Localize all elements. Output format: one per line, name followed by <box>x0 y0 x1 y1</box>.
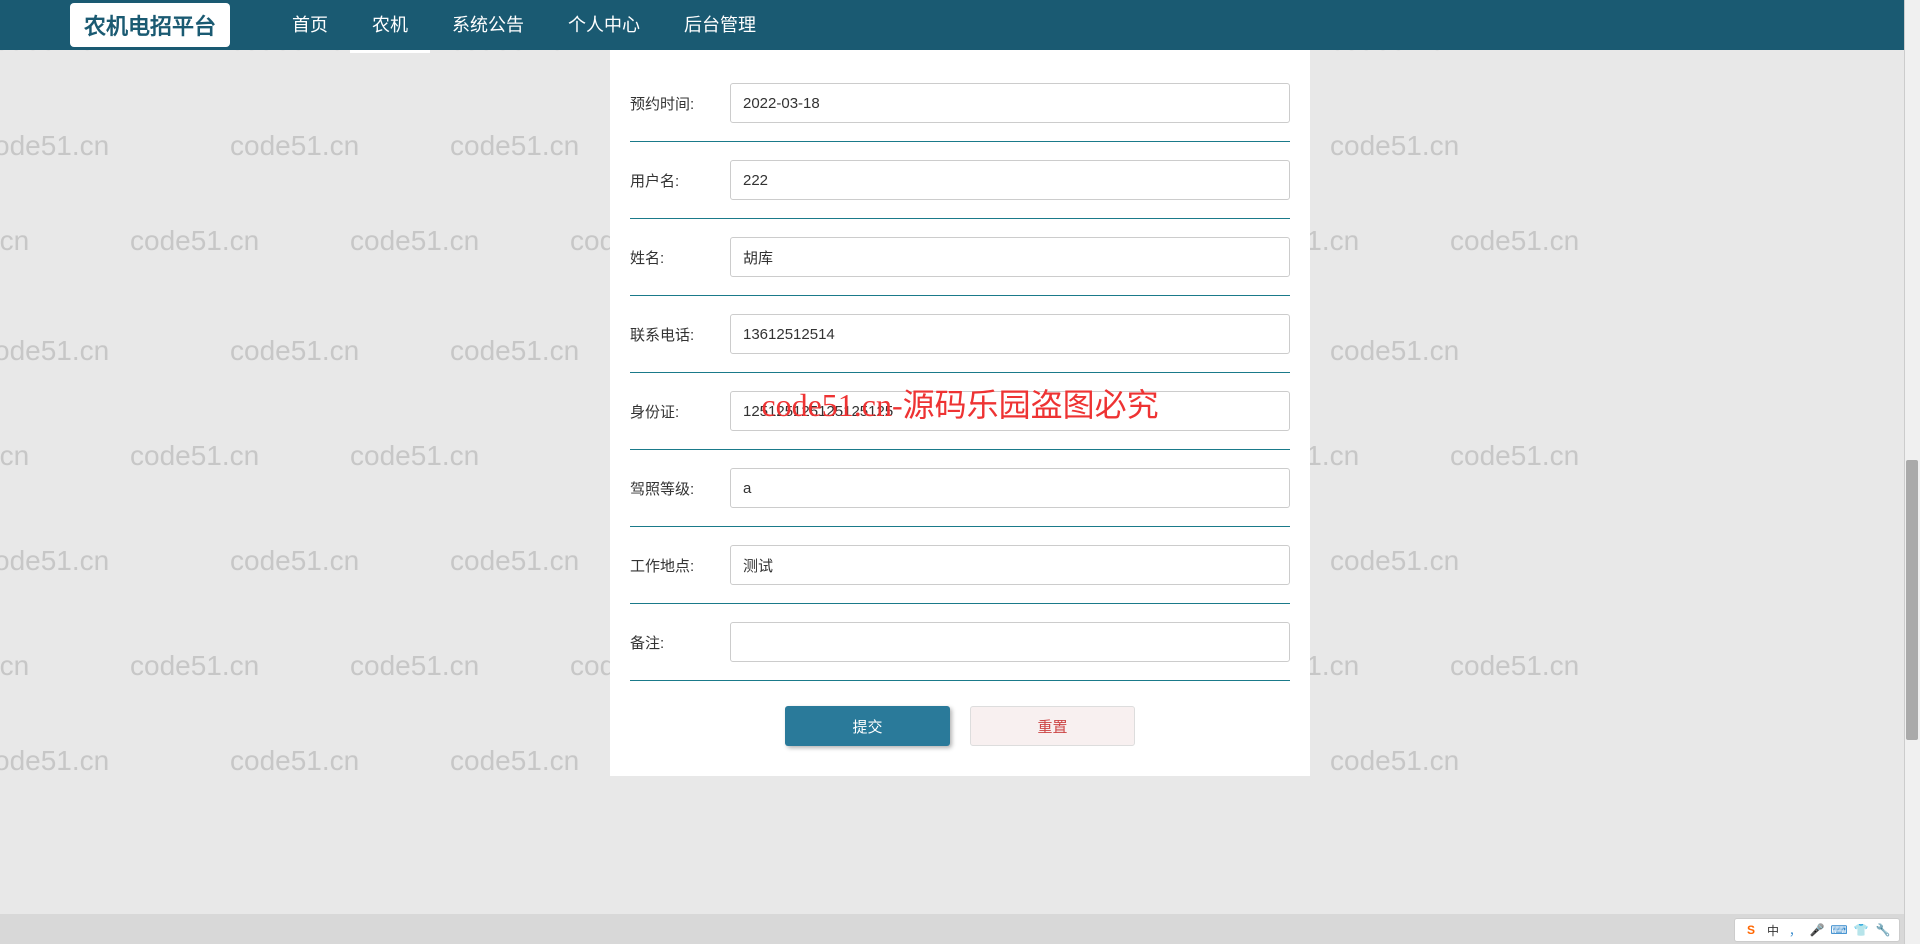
nav-item-machinery[interactable]: 农机 <box>350 0 430 53</box>
label-location: 工作地点: <box>630 555 730 576</box>
input-location[interactable] <box>730 545 1290 585</box>
watermark-text: code51.cn <box>0 650 29 682</box>
watermark-text: code51.cn <box>1330 130 1459 162</box>
button-row: 提交 重置 <box>630 681 1290 746</box>
watermark-text: code51.cn <box>0 335 109 367</box>
form-row-remark: 备注: <box>630 604 1290 681</box>
watermark-text: code51.cn <box>1330 545 1459 577</box>
watermark-text: code51.cn <box>0 745 109 777</box>
nav-item-announcement[interactable]: 系统公告 <box>430 0 546 53</box>
nav-items: 首页 农机 系统公告 个人中心 后台管理 <box>270 0 778 53</box>
input-username[interactable] <box>730 160 1290 200</box>
watermark-text: code51.cn <box>1450 440 1579 472</box>
label-name: 姓名: <box>630 247 730 268</box>
input-appointment-time[interactable] <box>730 83 1290 123</box>
input-remark[interactable] <box>730 622 1290 662</box>
ime-keyboard-icon[interactable]: ⌨ <box>1831 922 1847 938</box>
submit-button[interactable]: 提交 <box>785 706 950 746</box>
ime-lang-icon[interactable]: 中 <box>1765 922 1781 938</box>
watermark-text: code51.cn <box>450 545 579 577</box>
watermark-text: code51.cn <box>450 130 579 162</box>
ime-logo-icon: S <box>1743 922 1759 938</box>
label-username: 用户名: <box>630 170 730 191</box>
scrollbar-thumb[interactable] <box>1906 460 1918 740</box>
logo[interactable]: 农机电招平台 <box>70 3 230 47</box>
watermark-text: code51.cn <box>0 225 29 257</box>
scrollbar[interactable] <box>1904 0 1920 944</box>
watermark-text: code51.cn <box>0 440 29 472</box>
form-row-location: 工作地点: <box>630 527 1290 604</box>
reset-button[interactable]: 重置 <box>970 706 1135 746</box>
ime-skin-icon[interactable]: 👕 <box>1853 922 1869 938</box>
watermark-text: code51.cn <box>450 745 579 777</box>
watermark-text: code51.cn <box>350 225 479 257</box>
watermark-text: code51.cn <box>450 335 579 367</box>
watermark-text: code51.cn <box>1330 335 1459 367</box>
form-row-phone: 联系电话: <box>630 296 1290 373</box>
nav-item-admin[interactable]: 后台管理 <box>662 0 778 53</box>
watermark-text: code51.cn <box>0 545 109 577</box>
label-idcard: 身份证: <box>630 401 730 422</box>
input-name[interactable] <box>730 237 1290 277</box>
watermark-text: code51.cn <box>1450 650 1579 682</box>
input-license[interactable] <box>730 468 1290 508</box>
ime-tool-icon[interactable]: 🔧 <box>1875 922 1891 938</box>
watermark-text: code51.cn <box>230 545 359 577</box>
form-row-idcard: 身份证: <box>630 373 1290 450</box>
watermark-text: code51.cn <box>350 440 479 472</box>
ime-voice-icon[interactable]: 🎤 <box>1809 922 1825 938</box>
watermark-text: code51.cn <box>130 440 259 472</box>
watermark-text: code51.cn <box>130 225 259 257</box>
ime-punct-icon[interactable]: ， <box>1787 922 1803 938</box>
watermark-text: code51.cn <box>1450 225 1579 257</box>
label-license: 驾照等级: <box>630 478 730 499</box>
nav-item-personal[interactable]: 个人中心 <box>546 0 662 53</box>
form-row-license: 驾照等级: <box>630 450 1290 527</box>
watermark-text: code51.cn <box>230 335 359 367</box>
form-container: 预约时间: 用户名: 姓名: 联系电话: 身份证: 驾照等级: 工作地点: 备注… <box>610 50 1310 776</box>
input-idcard[interactable] <box>730 391 1290 431</box>
ime-bar[interactable]: S 中 ， 🎤 ⌨ 👕 🔧 <box>1734 918 1900 942</box>
label-remark: 备注: <box>630 632 730 653</box>
navbar: 农机电招平台 首页 农机 系统公告 个人中心 后台管理 <box>0 0 1920 50</box>
bottom-bar <box>0 914 1920 944</box>
label-appointment-time: 预约时间: <box>630 93 730 114</box>
watermark-text: code51.cn <box>350 650 479 682</box>
nav-item-home[interactable]: 首页 <box>270 0 350 53</box>
watermark-text: code51.cn <box>0 130 109 162</box>
watermark-text: code51.cn <box>1330 745 1459 777</box>
form-row-name: 姓名: <box>630 219 1290 296</box>
form-row-appointment-time: 预约时间: <box>630 65 1290 142</box>
form-row-username: 用户名: <box>630 142 1290 219</box>
watermark-text: code51.cn <box>230 130 359 162</box>
watermark-text: code51.cn <box>230 745 359 777</box>
label-phone: 联系电话: <box>630 324 730 345</box>
watermark-text: code51.cn <box>130 650 259 682</box>
input-phone[interactable] <box>730 314 1290 354</box>
